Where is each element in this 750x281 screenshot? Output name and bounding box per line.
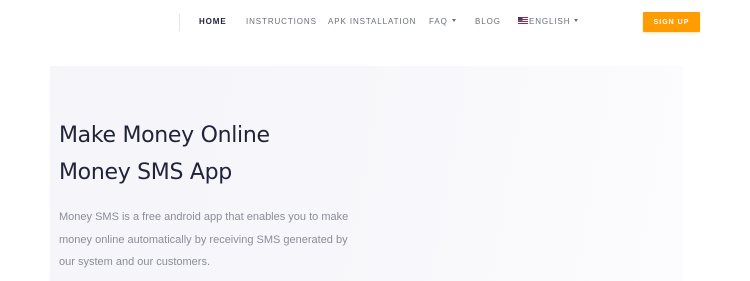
nav-item-apk-installation[interactable]: APK INSTALLATION bbox=[328, 17, 416, 27]
sign-up-button[interactable]: SIGN UP bbox=[643, 12, 700, 32]
main-nav: HOME INSTRUCTIONS APK INSTALLATION FAQ B… bbox=[0, 0, 750, 44]
hero-title-line-1: Make Money Online bbox=[59, 123, 270, 148]
us-flag-icon bbox=[518, 17, 528, 25]
hero-title-line-2: Money SMS App bbox=[59, 160, 232, 185]
nav-item-instructions[interactable]: INSTRUCTIONS bbox=[246, 17, 317, 27]
chevron-down-icon bbox=[574, 19, 579, 23]
nav-item-home[interactable]: HOME bbox=[199, 17, 227, 27]
nav-item-blog[interactable]: BLOG bbox=[475, 17, 501, 27]
chevron-down-icon bbox=[451, 19, 456, 23]
nav-item-language-label: ENGLISH bbox=[529, 17, 571, 26]
nav-item-language[interactable]: ENGLISH bbox=[518, 17, 579, 27]
nav-item-faq[interactable]: FAQ bbox=[429, 17, 456, 27]
hero-description: Money SMS is a free android app that ena… bbox=[59, 211, 349, 268]
nav-item-faq-label: FAQ bbox=[429, 17, 448, 26]
